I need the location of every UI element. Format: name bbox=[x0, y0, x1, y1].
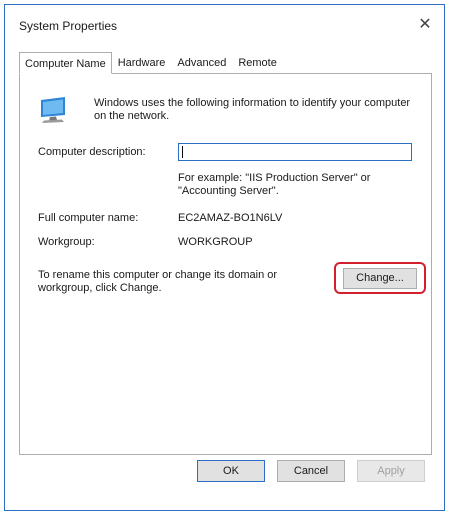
window-title: System Properties bbox=[19, 19, 118, 33]
computer-description-label: Computer description: bbox=[38, 146, 146, 158]
full-computer-name-value: EC2AMAZ-BO1N6LV bbox=[178, 212, 283, 224]
full-computer-name-label: Full computer name: bbox=[38, 212, 139, 224]
text-caret bbox=[182, 146, 183, 158]
close-icon[interactable]: ✕ bbox=[412, 13, 438, 37]
apply-button[interactable]: Apply bbox=[357, 460, 425, 482]
tab-remote[interactable]: Remote bbox=[232, 52, 283, 73]
tab-strip: Computer Name Hardware Advanced Remote bbox=[19, 51, 283, 74]
rename-instructions: To rename this computer or change its do… bbox=[38, 269, 278, 294]
workgroup-value: WORKGROUP bbox=[178, 236, 253, 248]
intro-text: Windows uses the following information t… bbox=[94, 97, 411, 122]
change-button[interactable]: Change... bbox=[343, 268, 417, 289]
tab-computer-name[interactable]: Computer Name bbox=[19, 52, 112, 74]
description-example: For example: "IIS Production Server" or … bbox=[178, 172, 371, 197]
tab-advanced[interactable]: Advanced bbox=[171, 52, 232, 73]
ok-button[interactable]: OK bbox=[197, 460, 265, 482]
computer-description-input[interactable] bbox=[178, 143, 412, 161]
title-bar[interactable]: System Properties ✕ bbox=[5, 5, 444, 43]
computer-icon bbox=[41, 97, 65, 123]
system-properties-dialog: System Properties ✕ Computer Name Hardwa… bbox=[4, 4, 445, 511]
tab-hardware[interactable]: Hardware bbox=[112, 52, 172, 73]
workgroup-label: Workgroup: bbox=[38, 236, 95, 248]
computer-name-panel: Windows uses the following information t… bbox=[19, 73, 432, 455]
cancel-button[interactable]: Cancel bbox=[277, 460, 345, 482]
